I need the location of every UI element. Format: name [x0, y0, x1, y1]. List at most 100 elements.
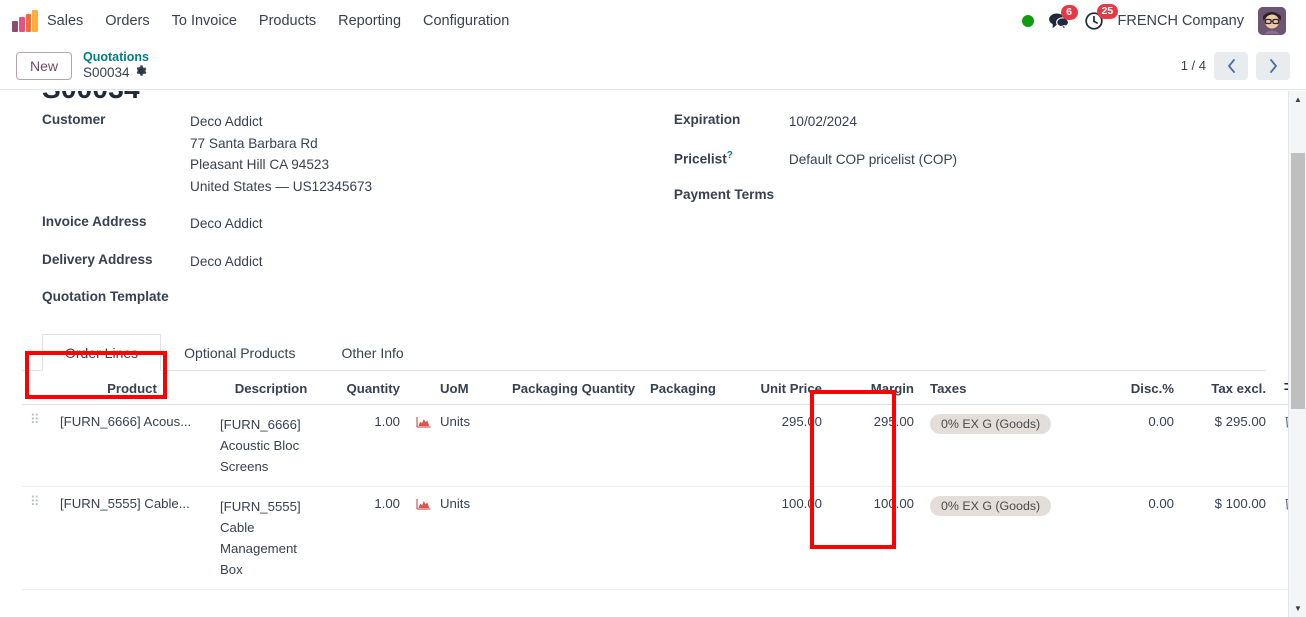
cell-description[interactable]: [FURN_5555] Cable Management Box — [212, 486, 330, 590]
breadcrumb-quotations-link[interactable]: Quotations — [83, 50, 149, 64]
cell-unit-price[interactable]: 295.00 — [734, 404, 830, 487]
field-delivery-address: Delivery Address Deco Addict — [42, 251, 654, 273]
cell-quantity[interactable]: 1.00 — [330, 486, 408, 590]
vertical-scrollbar[interactable]: ▲ ▼ — [1288, 91, 1306, 617]
sales-bar-chart-logo[interactable] — [12, 10, 38, 32]
cell-quantity[interactable]: 1.00 — [330, 404, 408, 487]
col-packaging[interactable]: Packaging — [642, 371, 734, 405]
form-group-right: Expiration 10/02/2024 Pricelist? Default… — [654, 111, 1266, 320]
scroll-down-arrow-icon[interactable]: ▼ — [1289, 600, 1306, 617]
chevron-left-icon — [1227, 58, 1235, 73]
nav-app-sales[interactable]: Sales — [47, 7, 94, 35]
online-dot-icon — [1021, 15, 1034, 27]
col-packaging-quantity[interactable]: Packaging Quantity — [504, 371, 642, 405]
col-tax-excl[interactable]: Tax excl. — [1182, 371, 1274, 405]
col-taxes[interactable]: Taxes — [922, 371, 1090, 405]
cell-discount[interactable]: 0.00 — [1090, 404, 1182, 487]
notebook-tabs: Order Lines Optional Products Other Info — [22, 333, 1266, 371]
customer-country: United States — US12345673 — [190, 178, 373, 194]
form-scroll-viewport[interactable]: S00034 Customer Deco Addict 77 Santa Bar… — [0, 91, 1288, 617]
product-name: [FURN_6666] Acous... — [60, 414, 192, 429]
row-drag-handle-cell[interactable]: ⠿ — [22, 486, 52, 590]
messages-counter[interactable]: 6 — [1048, 5, 1078, 30]
nav-menu-reporting[interactable]: Reporting — [327, 7, 412, 35]
cell-taxes[interactable]: 0% EX G (Goods) — [922, 486, 1090, 590]
tab-optional-products[interactable]: Optional Products — [161, 334, 318, 371]
col-unit-price[interactable]: Unit Price — [734, 371, 830, 405]
cell-product[interactable]: [FURN_5555] Cable... — [52, 486, 212, 590]
nav-menu-configuration[interactable]: Configuration — [412, 7, 520, 35]
navbar-systray: 6 25 FRENCH Company — [1021, 4, 1295, 35]
col-uom[interactable]: UoM — [432, 371, 504, 405]
messages-count-badge: 6 — [1060, 5, 1078, 20]
table-row[interactable]: ⠿ [FURN_6666] Acous... [FURN_6666] Acous… — [22, 404, 1288, 487]
col-margin[interactable]: Margin — [830, 371, 922, 405]
top-navbar: Sales Orders To Invoice Products Reporti… — [0, 0, 1306, 42]
product-name: [FURN_5555] Cable... — [60, 496, 190, 511]
row-drag-handle-cell[interactable]: ⠿ — [22, 404, 52, 487]
cell-product[interactable]: [FURN_6666] Acous... — [52, 404, 212, 487]
cell-delete[interactable] — [1274, 404, 1288, 487]
new-button[interactable]: New — [16, 51, 73, 80]
pricelist-help-icon[interactable]: ? — [727, 150, 733, 161]
field-expiration: Expiration 10/02/2024 — [674, 111, 1266, 133]
col-forecast — [408, 371, 432, 405]
pricelist-label-text: Pricelist — [673, 151, 727, 167]
cell-uom[interactable]: Units — [432, 404, 504, 487]
field-value-customer[interactable]: Deco Addict 77 Santa Barbara Rd Pleasant… — [190, 111, 372, 197]
cell-tax-excl[interactable]: $ 295.00 — [1182, 404, 1274, 487]
col-product[interactable]: Product — [52, 371, 212, 405]
nav-menu-orders[interactable]: Orders — [94, 7, 160, 35]
cell-tax-excl[interactable]: $ 100.00 — [1182, 486, 1274, 590]
cell-unit-price[interactable]: 100.00 — [734, 486, 830, 590]
col-description[interactable]: Description — [212, 371, 330, 405]
pager-previous-button[interactable] — [1214, 51, 1248, 80]
cell-margin[interactable]: 295.00 — [830, 404, 922, 487]
drag-handle-icon[interactable]: ⠿ — [30, 495, 44, 508]
cell-description[interactable]: [FURN_6666] Acoustic Bloc Screens — [212, 404, 330, 487]
forecast-area-chart-icon[interactable] — [416, 416, 431, 431]
field-value-delivery-address[interactable]: Deco Addict — [190, 251, 263, 273]
cell-packaging-quantity[interactable] — [504, 486, 642, 590]
table-row[interactable]: ⠿ [FURN_5555] Cable... [FURN_5555] Cable… — [22, 486, 1288, 590]
cell-margin[interactable]: 100.00 — [830, 486, 922, 590]
cell-packaging[interactable] — [642, 404, 734, 487]
tab-other-info[interactable]: Other Info — [318, 334, 426, 371]
field-payment-terms: Payment Terms — [674, 186, 1266, 202]
cell-discount[interactable]: 0.00 — [1090, 486, 1182, 590]
field-invoice-address: Invoice Address Deco Addict — [42, 213, 654, 235]
company-switcher[interactable]: FRENCH Company — [1118, 13, 1245, 29]
field-label-payment-terms: Payment Terms — [673, 187, 775, 202]
cell-delete[interactable] — [1274, 486, 1288, 590]
activities-count-badge: 25 — [1096, 4, 1119, 19]
customer-city: Pleasant Hill CA 94523 — [190, 157, 330, 172]
field-value-invoice-address[interactable]: Deco Addict — [190, 213, 263, 235]
col-discount[interactable]: Disc.% — [1090, 371, 1182, 405]
scroll-thumb[interactable] — [1291, 153, 1305, 409]
pager-next-button[interactable] — [1256, 51, 1290, 80]
cell-packaging-quantity[interactable] — [504, 404, 642, 487]
scroll-up-arrow-icon[interactable]: ▲ — [1289, 91, 1306, 108]
record-form-sheet: S00034 Customer Deco Addict 77 Santa Bar… — [0, 91, 1288, 590]
col-quantity[interactable]: Quantity — [330, 371, 408, 405]
cell-forecast — [408, 486, 432, 590]
tax-badge: 0% EX G (Goods) — [930, 496, 1052, 516]
activities-counter[interactable]: 25 — [1084, 4, 1119, 31]
gear-glyph — [136, 65, 146, 76]
user-avatar[interactable] — [1258, 7, 1286, 35]
forecast-glyph — [416, 417, 431, 428]
tab-order-lines[interactable]: Order Lines — [42, 334, 162, 371]
field-value-pricelist[interactable]: Default COP pricelist (COP) — [789, 149, 957, 171]
nav-menu-to-invoice[interactable]: To Invoice — [161, 7, 248, 35]
breadcrumb: Quotations S00034 — [83, 50, 149, 80]
field-value-expiration[interactable]: 10/02/2024 — [789, 111, 857, 133]
gear-icon[interactable] — [135, 65, 147, 81]
cell-uom[interactable]: Units — [432, 486, 504, 590]
cell-packaging[interactable] — [642, 486, 734, 590]
field-label-expiration: Expiration — [673, 112, 741, 127]
drag-handle-icon[interactable]: ⠿ — [30, 413, 44, 426]
nav-menu-products[interactable]: Products — [248, 7, 327, 35]
forecast-area-chart-icon[interactable] — [416, 498, 431, 513]
field-label-delivery-address: Delivery Address — [42, 251, 153, 267]
cell-taxes[interactable]: 0% EX G (Goods) — [922, 404, 1090, 487]
